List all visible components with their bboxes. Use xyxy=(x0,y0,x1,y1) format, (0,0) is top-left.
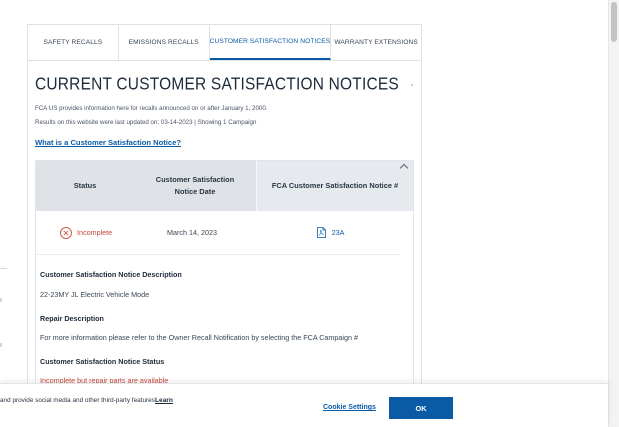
offscreen-panel-edge xyxy=(0,343,2,347)
page-scrollbar[interactable] xyxy=(608,0,619,427)
recalls-panel: SAFETY RECALLS EMISSIONS RECALLS CUSTOME… xyxy=(27,24,422,424)
campaign-link[interactable]: 23A xyxy=(332,228,345,237)
status-block: Customer Satisfaction Notice Status xyxy=(40,357,164,366)
table-row: Incomplete March 14, 2023 23A xyxy=(36,211,401,255)
description-label: Customer Satisfaction Notice Description xyxy=(40,270,182,279)
header-status: Status xyxy=(73,181,97,190)
status-value: Incomplete xyxy=(77,228,113,237)
description-value: 22-23MY JL Electric Vehicle Mode xyxy=(40,290,150,299)
description-block: Customer Satisfaction Notice Description xyxy=(40,270,182,279)
table-header: Status Customer Satisfaction Notice Date … xyxy=(36,161,413,211)
info-text: FCA US provides information here for rec… xyxy=(35,105,268,112)
header-notice-date: Customer Satisfaction Notice Date xyxy=(134,161,256,211)
tab-safety-recalls[interactable]: SAFETY RECALLS xyxy=(28,25,119,60)
header-notice-number: FCA Customer Satisfaction Notice # xyxy=(256,161,413,211)
status-label: Customer Satisfaction Notice Status xyxy=(40,357,165,366)
offscreen-panel-edge xyxy=(0,268,7,269)
tab-emissions-recalls[interactable]: EMISSIONS RECALLS xyxy=(119,25,210,60)
repair-label: Repair Description xyxy=(40,314,104,323)
what-is-notice-link[interactable]: What is a Customer Satisfaction Notice? xyxy=(35,138,181,147)
offscreen-panel-edge xyxy=(0,298,2,302)
cookie-banner: and provide social media and other third… xyxy=(0,383,608,427)
header-date-line2: Notice Date xyxy=(174,187,216,196)
cookie-text: and provide social media and other third… xyxy=(0,397,157,404)
tab-warranty-extensions[interactable]: WARRANTY EXTENSIONS xyxy=(331,25,421,60)
description-value-block: 22-23MY JL Electric Vehicle Mode xyxy=(40,290,149,299)
tab-customer-satisfaction-notices[interactable]: CUSTOMER SATISFACTION NOTICES xyxy=(209,25,332,60)
circle-x-icon xyxy=(60,226,72,239)
repair-value-block: For more information please refer to the… xyxy=(40,333,358,342)
heading-row: CURRENT CUSTOMER SATISFACTION NOTICES xyxy=(35,74,413,94)
scrollbar-thumb[interactable] xyxy=(611,2,617,42)
notice-date: March 14, 2023 xyxy=(167,228,217,237)
ok-button[interactable]: OK xyxy=(389,397,453,419)
repair-value: For more information please refer to the… xyxy=(40,333,358,342)
heading-divider xyxy=(410,84,413,86)
header-date-line1: Customer Satisfaction xyxy=(155,175,235,184)
campaign-cell: 23A xyxy=(256,227,401,238)
repair-block: Repair Description xyxy=(40,314,104,323)
cookie-settings-link[interactable]: Cookie Settings xyxy=(323,404,376,411)
learn-more-link[interactable]: Learn xyxy=(155,397,173,404)
recall-tabs: SAFETY RECALLS EMISSIONS RECALLS CUSTOME… xyxy=(28,25,421,61)
page-title: CURRENT CUSTOMER SATISFACTION NOTICES xyxy=(35,74,399,94)
update-text: Results on this website were last update… xyxy=(35,119,257,126)
pdf-icon[interactable] xyxy=(316,227,326,238)
status-cell: Incomplete xyxy=(36,226,134,239)
